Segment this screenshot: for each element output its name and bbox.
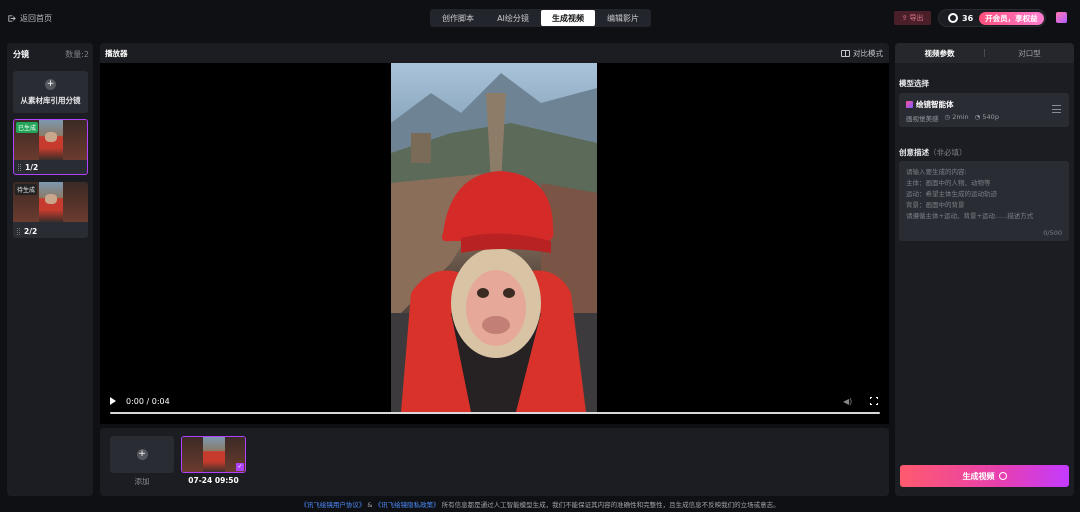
export-label: 导出 bbox=[909, 14, 924, 22]
shot-index: 2/2 bbox=[24, 227, 38, 236]
player-title: 播放器 bbox=[105, 49, 128, 58]
clip-strip: + 添加 ✓ 07-24 09:50 bbox=[100, 428, 889, 496]
placeholder-line: 主体：画面中的人物、动物等 bbox=[906, 179, 991, 187]
shots-header: 分镜 数量:2 bbox=[13, 49, 89, 60]
drag-handle-icon[interactable] bbox=[17, 228, 20, 235]
tab-ai-storyboard[interactable]: AI绘分镜 bbox=[486, 10, 540, 26]
shot-index: 1/2 bbox=[25, 163, 39, 172]
model-meta: 画视觉美感 ◷ 2min ◔ 540p bbox=[906, 113, 999, 123]
check-icon: ✓ bbox=[236, 463, 244, 471]
video-progress-bar[interactable] bbox=[110, 412, 880, 414]
shots-title: 分镜 bbox=[13, 50, 29, 59]
video-player[interactable]: 0:00 / 0:04 ◀) bbox=[100, 63, 889, 424]
top-bar: 返回首页 创作脚本 AI绘分镜 生成视频 编辑影片 ⇪ 导出 36 开会员，享权… bbox=[0, 0, 1080, 36]
model-duration: ◷ 2min bbox=[944, 113, 969, 121]
desc-label: 创意描述（非必填） bbox=[899, 148, 967, 157]
placeholder-line: 请输入要生成的内容: bbox=[906, 168, 967, 176]
status-badge: 待生成 bbox=[15, 184, 38, 195]
video-time: 0:00 / 0:04 bbox=[126, 396, 170, 406]
creative-description-input[interactable]: 请输入要生成的内容: 主体：画面中的人物、动物等 运动：希望主体生成的运动轨迹 … bbox=[899, 161, 1069, 241]
generate-label: 生成视频 bbox=[962, 471, 995, 481]
plus-icon: + bbox=[136, 449, 148, 460]
clip-thumbnail[interactable]: ✓ bbox=[181, 436, 246, 473]
generate-video-button[interactable]: 生成视频 bbox=[900, 465, 1069, 487]
tab-edit-film[interactable]: 编辑影片 bbox=[596, 10, 650, 26]
compare-mode-button[interactable]: 对比模式 bbox=[841, 48, 883, 59]
user-agreement-link[interactable]: 《讯飞绘镜用户协议》 bbox=[300, 501, 365, 509]
params-tabs: 视频参数 对口型 bbox=[895, 43, 1074, 63]
model-name: 绘镜智能体 bbox=[916, 100, 954, 109]
back-home-label: 返回首页 bbox=[20, 14, 52, 23]
credits-box: 36 开会员，享权益 bbox=[938, 9, 1046, 27]
model-resolution: ◔ 540p bbox=[974, 113, 999, 121]
volume-icon[interactable]: ◀) bbox=[843, 397, 852, 406]
tab-generate-video[interactable]: 生成视频 bbox=[541, 10, 595, 26]
model-select-label: 模型选择 bbox=[899, 79, 929, 88]
shots-count: 数量:2 bbox=[65, 50, 89, 59]
model-select-card[interactable]: 绘镜智能体 画视觉美感 ◷ 2min ◔ 540p bbox=[899, 93, 1069, 127]
mode-tabs: 创作脚本 AI绘分镜 生成视频 编辑影片 bbox=[430, 9, 651, 27]
privacy-policy-link[interactable]: 《讯飞绘镜隐私政策》 bbox=[375, 501, 440, 509]
fullscreen-icon[interactable] bbox=[869, 396, 879, 406]
clip-timestamp: 07-24 09:50 bbox=[188, 476, 239, 485]
video-controls: 0:00 / 0:04 ◀) bbox=[110, 393, 880, 409]
footer-amp: & bbox=[367, 501, 373, 509]
shot-card-2[interactable]: 待生成 2/2 bbox=[13, 182, 88, 238]
model-logo-icon bbox=[906, 101, 913, 108]
tab-video-params[interactable]: 视频参数 bbox=[895, 48, 984, 59]
credits-count: 36 bbox=[962, 13, 974, 23]
shot-card-1[interactable]: 已生成 1/2 bbox=[13, 119, 88, 175]
tab-lip-sync[interactable]: 对口型 bbox=[985, 48, 1074, 59]
compare-label: 对比模式 bbox=[853, 49, 883, 58]
char-count: 0/500 bbox=[1043, 229, 1062, 237]
shots-panel: 分镜 数量:2 + 从素材库引用分镜 已生成 1/2 待生成 2/2 bbox=[7, 43, 93, 496]
footer-disclaimer: 所有信息都是通过人工智能模型生成，我们不能保证其内容的准确性和完整性，且生成信息… bbox=[441, 501, 780, 509]
footer-notice: 《讯飞绘镜用户协议》 & 《讯飞绘镜隐私政策》 所有信息都是通过人工智能模型生成… bbox=[0, 499, 1080, 509]
model-style: 画视觉美感 bbox=[906, 115, 939, 123]
tab-script[interactable]: 创作脚本 bbox=[431, 10, 485, 26]
user-avatar[interactable] bbox=[1056, 12, 1067, 23]
add-shot-from-library-button[interactable]: + 从素材库引用分镜 bbox=[13, 71, 88, 113]
monkey-great-wall-image bbox=[391, 73, 597, 412]
back-home-link[interactable]: 返回首页 bbox=[7, 13, 52, 24]
placeholder-line: 背景：画面中的背景 bbox=[906, 201, 965, 209]
back-arrow-icon bbox=[8, 15, 16, 22]
placeholder-line: 运动：希望主体生成的运动轨迹 bbox=[906, 190, 997, 198]
add-clip-button[interactable]: + bbox=[110, 436, 174, 473]
plus-icon: + bbox=[45, 78, 56, 90]
video-frame bbox=[391, 63, 597, 412]
add-shot-label: 从素材库引用分镜 bbox=[20, 95, 81, 105]
coin-icon bbox=[998, 472, 1007, 480]
play-icon[interactable] bbox=[110, 397, 116, 405]
compare-icon bbox=[841, 50, 850, 57]
drag-handle-icon[interactable] bbox=[18, 164, 21, 171]
status-badge: 已生成 bbox=[16, 122, 39, 133]
coin-icon bbox=[948, 13, 958, 23]
vip-button[interactable]: 开会员，享权益 bbox=[979, 11, 1044, 25]
settings-sliders-icon[interactable] bbox=[1052, 105, 1061, 113]
export-button[interactable]: ⇪ 导出 bbox=[894, 11, 931, 25]
placeholder-line: 请遵循主体+运动、背景+运动......描述方式 bbox=[906, 212, 1034, 220]
add-clip-label: 添加 bbox=[134, 477, 150, 486]
player-panel: 播放器 对比模式 0:00 / 0:04 ◀) bbox=[100, 43, 889, 424]
export-icon: ⇪ bbox=[901, 14, 908, 22]
params-panel: 视频参数 对口型 模型选择 绘镜智能体 画视觉美感 ◷ 2min ◔ 540p … bbox=[895, 43, 1074, 496]
